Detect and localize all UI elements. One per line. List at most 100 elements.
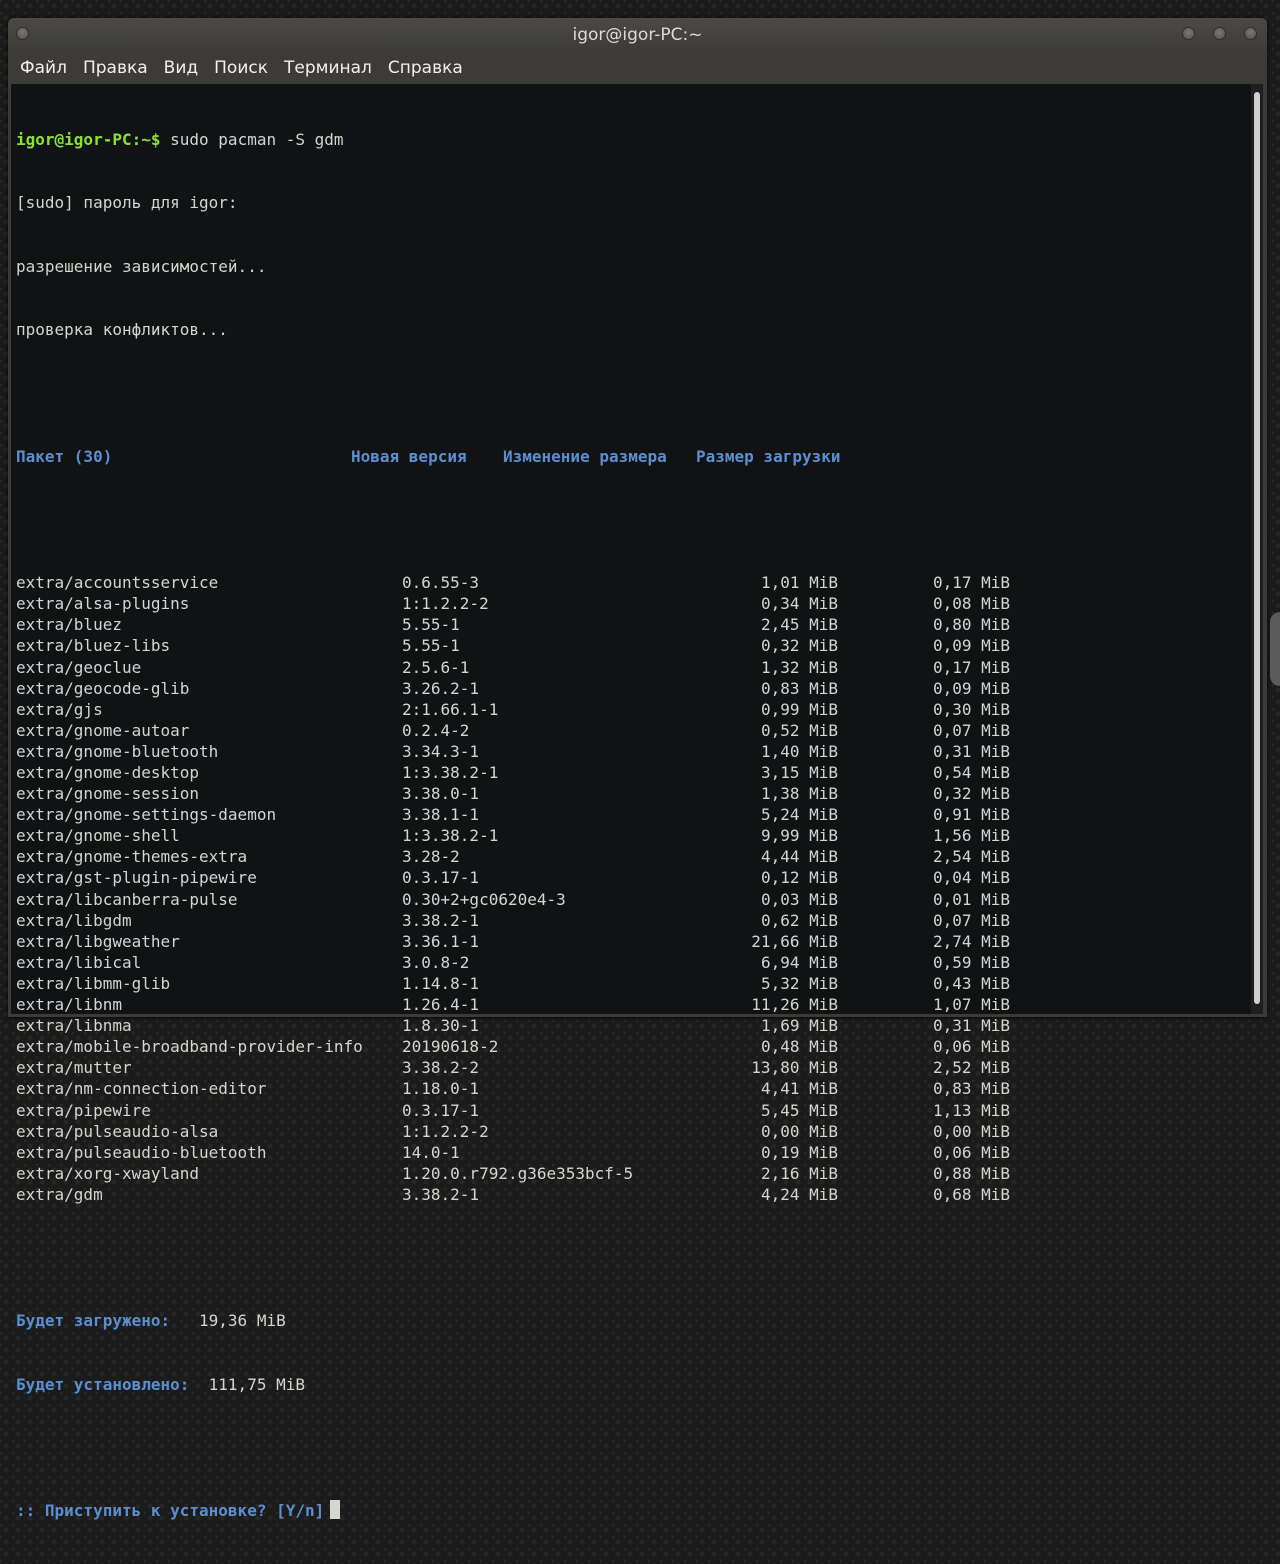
confirm-prompt[interactable]: :: Приступить к установке? [Y/n] (16, 1500, 344, 1521)
package-size-change: 13,80 MiB (751, 1058, 838, 1078)
package-name: extra/gnome-desktop (16, 763, 200, 782)
package-download-size: 0,88 MiB (932, 1163, 1010, 1183)
package-size-change: 11,26 MiB (751, 995, 838, 1015)
scrollbar[interactable] (1251, 84, 1263, 1014)
package-download-size: 0,31 MiB (932, 1016, 1010, 1036)
package-name: extra/gnome-themes-extra (16, 847, 248, 867)
package-download-size: 0,17 MiB (932, 573, 1010, 593)
scrollbar-thumb[interactable] (1254, 92, 1260, 1004)
package-download-size: 0,09 MiB (932, 636, 1010, 656)
package-version: 0.6.55-3 (402, 573, 480, 593)
menu-edit[interactable]: Правка (75, 52, 156, 84)
package-size-change: 9,99 MiB (760, 826, 838, 846)
package-size-change: 0,52 MiB (760, 720, 838, 740)
menu-search[interactable]: Поиск (206, 52, 276, 84)
package-size-change: 0,99 MiB (760, 699, 838, 719)
table-row: extra/libical 3.0.8-2 6,94 MiB 0,59 MiB (16, 952, 1010, 973)
header-new-version: Новая версия (351, 446, 467, 466)
table-row: extra/libmm-glib 1.14.8-1 5,32 MiB 0,43 MiB (16, 973, 1010, 994)
table-row: extra/libgweather 3.36.1-1 21,66 MiB 2,74 M… (16, 931, 1010, 952)
confirm-question: :: Приступить к установке? [Y/n] (16, 1501, 325, 1521)
package-download-size: 0,80 MiB (932, 615, 1010, 635)
package-size-change: 0,00 MiB (760, 1121, 838, 1141)
table-row: extra/gnome-session 3.38.0-1 1,38 MiB 0,32 … (16, 783, 1010, 804)
menu-bar: Файл Правка Вид Поиск Терминал Справка (8, 52, 1267, 84)
package-download-size: 0,30 MiB (932, 699, 1010, 719)
package-size-change: 1,38 MiB (760, 784, 838, 804)
table-row: extra/mobile-broadband-provider-info 2019… (16, 1036, 1010, 1057)
package-download-size: 0,08 MiB (932, 594, 1010, 614)
minimize-button[interactable] (1182, 27, 1195, 40)
package-download-size: 0,31 MiB (932, 741, 1010, 761)
title-bar[interactable]: igor@igor-PC:~ (8, 18, 1267, 52)
output-line: разрешение зависимостей... (16, 256, 267, 276)
package-name: extra/geocode-glib (16, 678, 190, 698)
package-name: extra/pulseaudio-alsa (16, 1121, 219, 1141)
package-download-size: 0,59 MiB (932, 952, 1010, 972)
prompt: igor@igor-PC:~$ (16, 130, 161, 150)
package-size-change: 4,24 MiB (760, 1184, 838, 1204)
command-line: igor@igor-PC:~$ sudo pacman -S gdm (16, 129, 344, 150)
table-row: extra/gnome-settings-daemon 3.38.1-1 5,24 … (16, 804, 1010, 825)
package-size-change: 0,03 MiB (760, 889, 838, 909)
download-total-label: Будет загружено: (16, 1311, 171, 1331)
output-line: [sudo] пароль для igor: (16, 193, 238, 213)
table-row: extra/libnm 1.26.4-1 11,26 MiB 1,07 MiB (16, 994, 1010, 1015)
package-version: 2:1.66.1-1 (402, 699, 499, 719)
table-row: extra/mutter 3.38.2-2 13,80 MiB 2,52 MiB (16, 1057, 1010, 1078)
close-button[interactable] (1244, 27, 1257, 40)
package-name: extra/gnome-session (16, 784, 200, 804)
package-name: extra/libgweather (16, 931, 180, 951)
package-download-size: 0,07 MiB (932, 910, 1010, 930)
package-version: 3.38.1-1 (402, 805, 480, 825)
table-row: extra/pipewire 0.3.17-1 5,45 MiB 1,13 MiB (16, 1100, 1010, 1121)
menu-terminal[interactable]: Терминал (276, 52, 380, 84)
package-download-size: 2,52 MiB (932, 1058, 1010, 1078)
package-version: 14.0-1 (402, 1142, 460, 1162)
side-panel-handle[interactable] (1270, 612, 1280, 686)
package-size-change: 4,44 MiB (760, 847, 838, 867)
download-total-value: 19,36 MiB (170, 1311, 286, 1331)
table-row: extra/libgdm 3.38.2-1 0,62 MiB 0,07 MiB (16, 910, 1010, 931)
package-name: extra/mobile-broadband-provider-info (16, 1037, 363, 1057)
package-version: 3.38.2-2 (402, 1058, 480, 1078)
package-version: 5.55-1 (402, 615, 460, 635)
package-size-change: 6,94 MiB (760, 952, 838, 972)
menu-help[interactable]: Справка (380, 52, 471, 84)
package-size-change: 5,32 MiB (760, 973, 838, 993)
package-version: 3.38.2-1 (402, 910, 480, 930)
package-name: extra/libnma (16, 1016, 132, 1036)
maximize-button[interactable] (1213, 27, 1226, 40)
table-row: extra/gnome-autoar 0.2.4-2 0,52 MiB 0,07 Mi… (16, 720, 1010, 741)
package-version: 2.5.6-1 (402, 657, 470, 677)
package-name: extra/libical (16, 952, 142, 972)
table-row: extra/libcanberra-pulse 0.30+2+gc0620e4-3… (16, 889, 1010, 910)
table-row: extra/gnome-themes-extra 3.28-2 4,44 MiB 2,… (16, 846, 1010, 867)
package-size-change: 1,69 MiB (760, 1016, 838, 1036)
package-name: extra/gdm (16, 1184, 103, 1204)
package-download-size: 0,01 MiB (932, 889, 1010, 909)
package-download-size: 1,56 MiB (932, 826, 1010, 846)
package-name: extra/accountsservice (16, 573, 219, 593)
package-download-size: 0,04 MiB (932, 868, 1010, 888)
package-version: 3.28-2 (402, 847, 460, 867)
install-total-value: 111,75 MiB (189, 1374, 305, 1394)
package-download-size: 1,13 MiB (932, 1100, 1010, 1120)
terminal-area[interactable]: igor@igor-PC:~$ sudo pacman -S gdm [sudo… (11, 84, 1251, 1520)
package-version: 20190618-2 (402, 1037, 499, 1057)
package-name: extra/libgdm (16, 910, 132, 930)
package-download-size: 0,32 MiB (932, 784, 1010, 804)
package-name: extra/gnome-bluetooth (16, 741, 219, 761)
package-name: extra/gnome-autoar (16, 720, 190, 740)
package-version: 3.34.3-1 (402, 741, 480, 761)
table-row: extra/pulseaudio-bluetooth 14.0-1 0,19 MiB… (16, 1142, 1010, 1163)
package-size-change: 2,16 MiB (760, 1163, 838, 1183)
summary-install: Будет установлено: 111,75 MiB (16, 1374, 344, 1395)
package-size-change: 1,01 MiB (760, 573, 838, 593)
menu-view[interactable]: Вид (156, 52, 206, 84)
table-row: extra/gnome-shell 1:3.38.2-1 9,99 MiB 1,56 … (16, 825, 1010, 846)
menu-file[interactable]: Файл (12, 52, 75, 84)
package-version: 0.3.17-1 (402, 868, 480, 888)
